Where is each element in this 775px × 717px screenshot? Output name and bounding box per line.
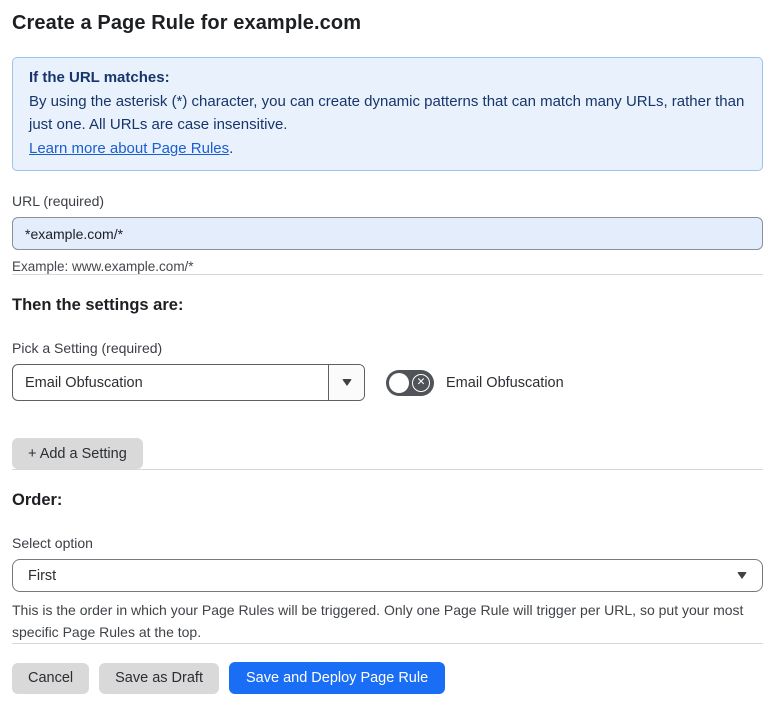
page-title: Create a Page Rule for example.com bbox=[12, 12, 362, 34]
divider bbox=[12, 469, 763, 470]
cancel-button[interactable]: Cancel bbox=[12, 662, 90, 694]
toggle-knob bbox=[389, 372, 409, 393]
order-help-text: This is the order in which your Page Rul… bbox=[12, 602, 744, 640]
email-obfuscation-toggle[interactable]: ✕ bbox=[386, 369, 434, 396]
link-suffix: . bbox=[229, 139, 234, 157]
save-and-deploy-button[interactable]: Save and Deploy Page Rule bbox=[228, 662, 446, 694]
pick-setting-label: Pick a Setting (required) bbox=[12, 340, 163, 356]
caret-down-icon bbox=[737, 572, 747, 579]
divider bbox=[12, 274, 763, 275]
order-select[interactable]: First bbox=[12, 559, 763, 592]
footer-actions: Cancel Save as Draft Save and Deploy Pag… bbox=[12, 662, 763, 694]
toggle-group: ✕ Email Obfuscation bbox=[386, 369, 564, 396]
add-setting-button[interactable]: + Add a Setting bbox=[12, 438, 143, 469]
create-page-rule-form: Create a Page Rule for example.com If th… bbox=[0, 0, 775, 694]
info-box-heading: If the URL matches: bbox=[29, 69, 170, 86]
info-box-link-line: Learn more about Page Rules. bbox=[29, 137, 746, 161]
url-example-text: Example: www.example.com/* bbox=[12, 259, 194, 274]
divider bbox=[12, 643, 763, 644]
info-box-body: By using the asterisk (*) character, you… bbox=[29, 92, 745, 134]
save-as-draft-button[interactable]: Save as Draft bbox=[99, 662, 219, 694]
setting-row: Email Obfuscation ✕ Email Obfuscation bbox=[12, 364, 763, 401]
setting-select-value: Email Obfuscation bbox=[25, 374, 143, 391]
order-section-heading: Order: bbox=[12, 491, 63, 509]
url-matches-info-box: If the URL matches: By using the asteris… bbox=[12, 57, 763, 171]
toggle-off-x-icon: ✕ bbox=[412, 373, 430, 392]
learn-more-link[interactable]: Learn more about Page Rules bbox=[29, 140, 229, 157]
url-input[interactable] bbox=[12, 217, 763, 250]
order-select-label: Select option bbox=[12, 535, 93, 551]
toggle-label: Email Obfuscation bbox=[446, 374, 564, 391]
url-field-label: URL (required) bbox=[12, 193, 105, 209]
order-select-value: First bbox=[28, 567, 57, 584]
setting-select-caret-button[interactable] bbox=[328, 365, 364, 400]
setting-select[interactable]: Email Obfuscation bbox=[12, 364, 365, 401]
settings-section-heading: Then the settings are: bbox=[12, 296, 184, 314]
caret-down-icon bbox=[341, 379, 352, 386]
